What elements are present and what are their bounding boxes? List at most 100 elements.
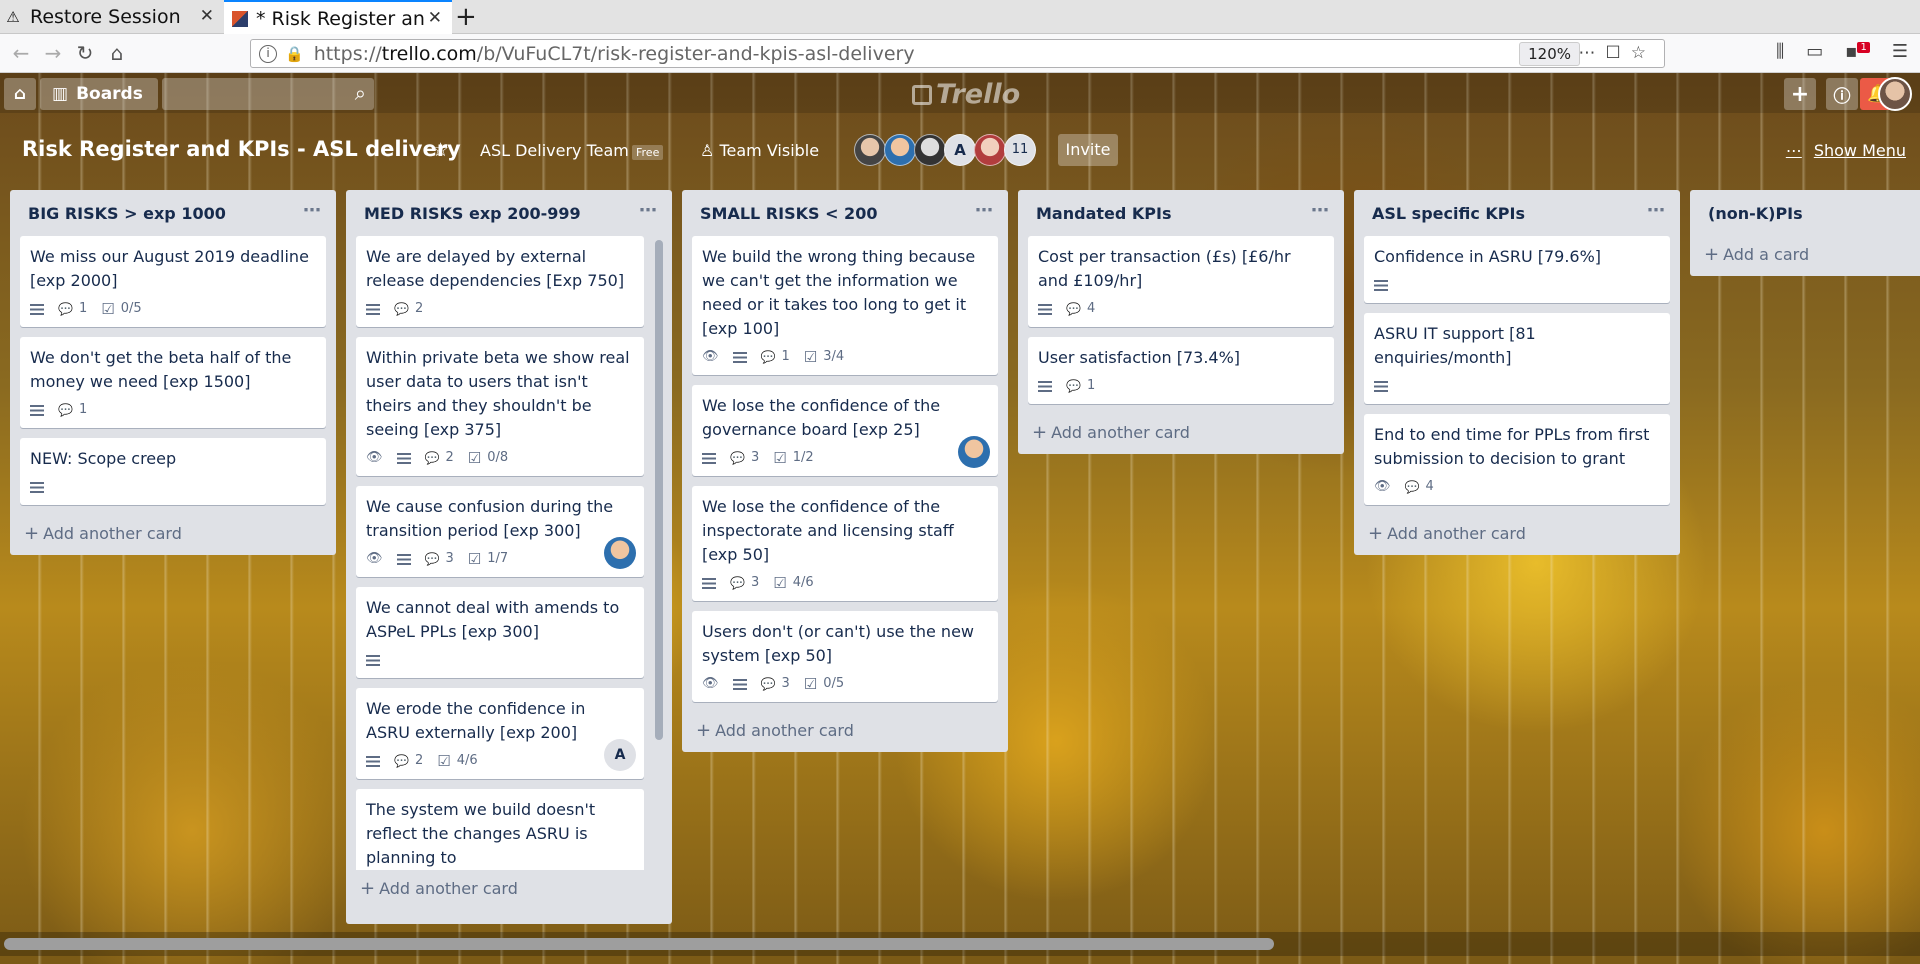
card[interactable]: NEW: Scope creep [20,438,326,505]
page-actions[interactable]: ⋯☐☆ [1579,43,1656,63]
card[interactable]: We cannot deal with amends to ASPeL PPLs… [356,587,644,678]
list-menu-icon[interactable]: ⋯ [639,200,658,221]
member-avatar[interactable] [914,134,946,166]
card-title: ASRU IT support [81 enquiries/month] [1374,324,1536,367]
card[interactable]: End to end time for PPLs from first subm… [1364,414,1670,505]
forward-icon[interactable]: → [40,41,66,65]
comments-badge: 💬 2 [394,297,423,321]
list-menu-icon[interactable]: ⋯ [1311,200,1330,221]
card[interactable]: Users don't (or can't) use the new syste… [692,611,998,702]
tab-risk-register[interactable]: * Risk Register and KPIs - ASL delivery … [224,0,452,35]
card-member-avatar[interactable] [958,436,990,468]
search-input[interactable]: ⌕ [162,78,374,110]
card[interactable]: User satisfaction [73.4%] 💬 1 [1028,337,1334,404]
member-avatar[interactable] [974,134,1006,166]
list-title[interactable]: ASL specific KPIs ⋯ [1354,190,1680,236]
checklist-count: 4/6 [792,575,814,590]
checklist-icon: ☑ [773,449,787,467]
library-icon[interactable]: ⫼ [1776,41,1784,62]
card[interactable]: We erode the confidence in ASRU external… [356,688,644,779]
card[interactable]: We build the wrong thing because we can'… [692,236,998,375]
list-title[interactable]: MED RISKS exp 200-999 ⋯ [346,190,672,236]
checklist-badge: ☑ 4/6 [773,571,813,595]
card[interactable]: We cause confusion during the transition… [356,486,644,577]
home-button[interactable]: ⌂ [4,78,36,110]
card[interactable]: We miss our August 2019 deadline [exp 20… [20,236,326,327]
description-icon [702,577,716,589]
list-title[interactable]: Mandated KPIs ⋯ [1018,190,1344,236]
new-tab-icon[interactable]: + [455,2,477,32]
tab-restore-session[interactable]: ⚠ Restore Session ✕ [0,0,224,34]
info-button[interactable]: ⓘ [1826,78,1858,110]
card[interactable]: The system we build doesn't reflect the … [356,789,644,870]
card-badges [30,477,316,497]
list: Mandated KPIs ⋯ Cost per transaction (£s) … [1018,190,1344,454]
add-card-button[interactable]: + Add another card [1018,414,1344,454]
zoom-level[interactable]: 120% [1519,42,1580,66]
comment-count: 3 [750,575,760,590]
list-title[interactable]: SMALL RISKS < 200 ⋯ [682,190,1008,236]
list-menu-icon[interactable]: ⋯ [975,200,994,221]
sidebar-icon[interactable]: ▭ [1806,41,1823,62]
add-card-button[interactable]: + Add another card [1354,515,1680,555]
card[interactable]: Cost per transaction (£s) [£6/hr and £10… [1028,236,1334,327]
list-title[interactable]: (non-K)PIs [1690,190,1920,236]
card[interactable]: Within private beta we show real user da… [356,337,644,476]
card[interactable]: ASRU IT support [81 enquiries/month] [1364,313,1670,404]
back-icon[interactable]: ← [8,41,34,65]
info-icon[interactable]: i [259,44,277,63]
board-title[interactable]: Risk Register and KPIs - ASL delivery [22,137,461,161]
card-badges: 👁 💬 4 [1374,477,1660,497]
star-icon[interactable]: ☆ [432,139,449,161]
list-title[interactable]: BIG RISKS > exp 1000 ⋯ [10,190,336,236]
member-avatar-letter[interactable]: A [944,134,976,166]
close-tab-icon[interactable]: ✕ [428,8,442,28]
description-icon [30,404,44,416]
add-card-button[interactable]: + Add another card [346,870,672,910]
reload-icon[interactable]: ↻ [72,41,98,65]
card[interactable]: We lose the confidence of the inspectora… [692,486,998,601]
add-card-button[interactable]: + Add another card [682,712,1008,752]
user-avatar[interactable] [1878,77,1912,111]
address-bar[interactable]: i 🔒 https://trello.com/b/VuFuCL7t/risk-r… [250,39,1665,68]
comment-icon: 💬 [424,552,440,566]
add-card-button[interactable]: + Add another card [10,515,336,555]
create-button[interactable]: + [1784,78,1816,110]
invite-button[interactable]: Invite [1058,134,1118,166]
comment-count: 3 [781,676,790,691]
hamburger-menu-icon[interactable]: ☰ [1892,41,1908,62]
card-badges: 💬 3 ☑ 4/6 [702,573,988,593]
comments-badge: 💬 1 [1066,374,1095,398]
add-card-button[interactable]: + Add a card [1690,236,1920,276]
extension-icon[interactable]: ▪ 1 [1845,41,1870,62]
card-list: We miss our August 2019 deadline [exp 20… [10,236,336,505]
card[interactable]: We are delayed by external release depen… [356,236,644,327]
show-menu-button[interactable]: ⋯ Show Menu [1786,141,1906,160]
trello-logo[interactable]: Trello [912,79,1020,110]
plus-icon: + [1368,523,1384,544]
card[interactable]: Confidence in ASRU [79.6%] [1364,236,1670,303]
card-member-avatar[interactable] [604,537,636,569]
visibility-button[interactable]: ♙ Team Visible [700,141,819,160]
card[interactable]: We don't get the beta half of the money … [20,337,326,428]
search-icon[interactable]: ⌕ [355,81,366,105]
close-tab-icon[interactable]: ✕ [200,6,214,26]
boards-button[interactable]: ▥ Boards [40,78,158,110]
tab-label: Restore Session [30,6,181,28]
list-menu-icon[interactable]: ⋯ [1647,200,1666,221]
plus-icon: + [1704,244,1720,265]
list-scrollbar[interactable] [655,240,663,740]
home-icon[interactable]: ⌂ [104,41,130,65]
comment-count: 4 [1086,301,1096,316]
list-menu-icon[interactable]: ⋯ [303,200,322,221]
member-avatar[interactable] [854,134,886,166]
team-name[interactable]: ASL Delivery Team [480,141,629,160]
horizontal-scrollbar[interactable] [4,938,1274,950]
add-card-label: Add another card [1387,524,1526,543]
board-members: A 11 [854,134,1036,166]
more-members[interactable]: 11 [1004,134,1036,166]
card-member-avatar[interactable]: A [604,739,636,771]
member-avatar[interactable] [884,134,916,166]
card[interactable]: We lose the confidence of the governance… [692,385,998,476]
card-title: We build the wrong thing because we can'… [702,247,976,338]
